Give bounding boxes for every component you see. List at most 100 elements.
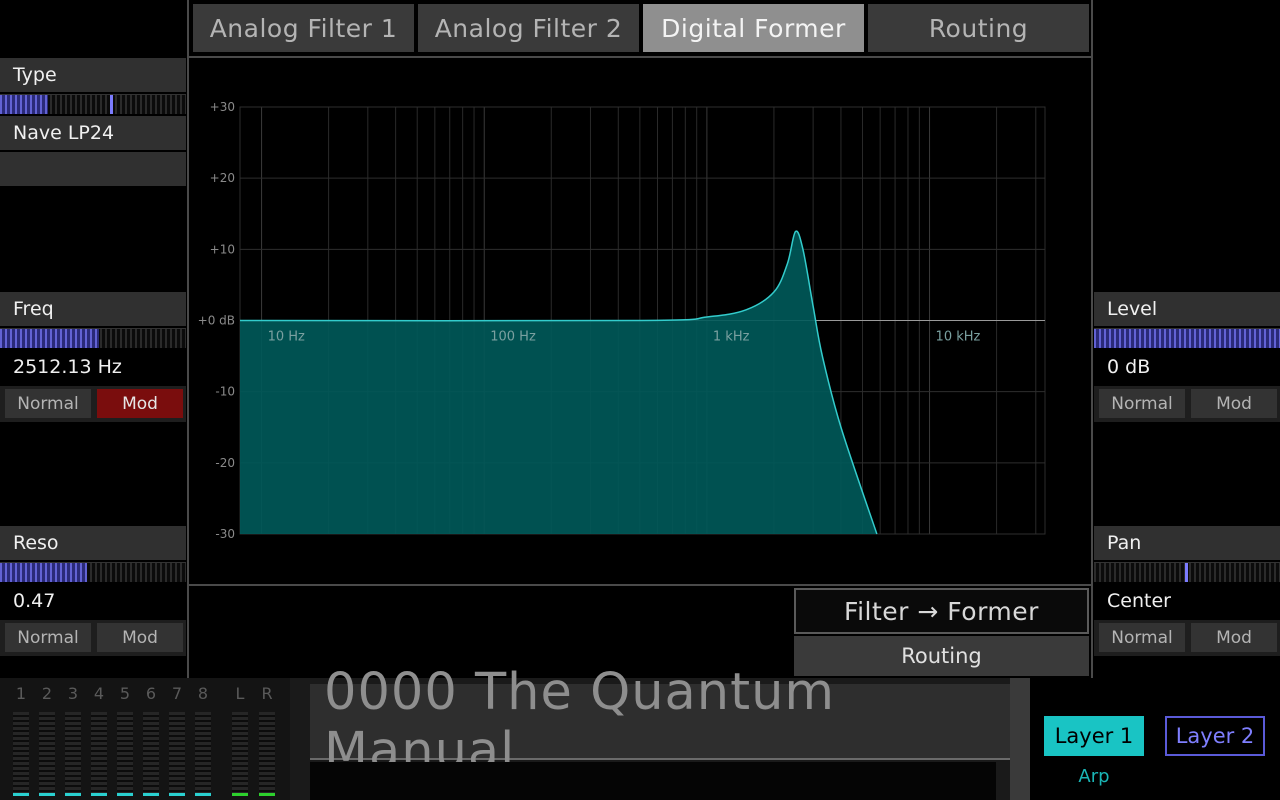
tab-bar: Analog Filter 1 Analog Filter 2 Digital … — [187, 0, 1093, 58]
meter-level — [169, 792, 185, 796]
tab-analog-filter-1[interactable]: Analog Filter 1 — [193, 4, 414, 52]
type-label: Type — [0, 58, 186, 92]
preset-name: 0000 The Quantum Manual — [324, 663, 836, 781]
layer-1-button[interactable]: Layer 1 — [1044, 716, 1144, 756]
level-slider[interactable] — [1094, 328, 1280, 348]
arp-indicator[interactable]: Arp — [1044, 766, 1144, 787]
y-tick-label: +30 — [210, 100, 235, 114]
tab-routing[interactable]: Routing — [868, 4, 1089, 52]
meter-channel-2: 2 — [36, 684, 58, 800]
meter-channel-1: 1 — [10, 684, 32, 800]
meter-channel-8: 8 — [192, 684, 214, 800]
reso-normal-button[interactable]: Normal — [5, 623, 91, 652]
meter-channel-3: 3 — [62, 684, 84, 800]
level-value: 0 dB — [1094, 350, 1280, 384]
meter-bar — [91, 712, 107, 796]
reso-mode-row: Normal Mod — [0, 620, 186, 656]
slider-marker — [110, 95, 113, 114]
meter-bar — [13, 712, 29, 796]
layer-2-button[interactable]: Layer 2 — [1165, 716, 1265, 756]
x-tick-label: 1 kHz — [713, 330, 750, 345]
meter-channel-6: 6 — [140, 684, 162, 800]
meter-level — [91, 792, 107, 796]
meter-channel-4: 4 — [88, 684, 110, 800]
level-mod-button[interactable]: Mod — [1191, 389, 1277, 418]
y-axis-labels: +30 +20 +10 +0 dB -10 -20 -30 — [198, 100, 235, 541]
meter-channel-l: L — [229, 684, 251, 800]
level-normal-button[interactable]: Normal — [1099, 389, 1185, 418]
bottom-bar: 12345678 LR 0000 The Quantum Manual Layer… — [0, 663, 1280, 800]
scroll-bar[interactable] — [1010, 678, 1030, 800]
meter-level — [39, 792, 55, 796]
freq-mod-button[interactable]: Mod — [97, 389, 183, 418]
slider-fill — [1094, 329, 1280, 348]
meter-label: 4 — [93, 684, 105, 703]
freq-slider[interactable] — [0, 328, 186, 348]
freq-mode-row: Normal Mod — [0, 386, 186, 422]
y-tick-label: +20 — [210, 171, 235, 185]
level-label: Level — [1094, 292, 1280, 326]
meter-label: 7 — [171, 684, 183, 703]
meter-level — [13, 792, 29, 796]
slider-fill — [0, 95, 48, 114]
meter-bar — [65, 712, 81, 796]
meter-label: 2 — [41, 684, 53, 703]
freq-value: 2512.13 Hz — [0, 350, 186, 384]
meter-bar — [232, 712, 248, 796]
slider-marker — [1185, 563, 1188, 582]
meter-label: 8 — [197, 684, 209, 703]
meter-channel-5: 5 — [114, 684, 136, 800]
meter-level — [117, 792, 133, 796]
level-mode-row: Normal Mod — [1094, 386, 1280, 422]
meter-bar — [117, 712, 133, 796]
type-selector-slider[interactable] — [0, 94, 186, 114]
tab-digital-former[interactable]: Digital Former — [643, 4, 864, 52]
type-value[interactable]: Nave LP24 — [0, 116, 186, 150]
frequency-response-chart: +30 +20 +10 +0 dB -10 -20 -30 10 Hz 100 Hz 1 kHz… — [198, 100, 1046, 541]
pan-normal-button[interactable]: Normal — [1099, 623, 1185, 652]
preset-display[interactable]: 0000 The Quantum Manual — [310, 663, 1010, 781]
y-tick-label: +0 dB — [198, 314, 235, 328]
meter-bar — [169, 712, 185, 796]
meter-label: 1 — [15, 684, 27, 703]
slider-fill — [0, 329, 100, 348]
meter-channel-r: R — [256, 684, 278, 800]
pan-label: Pan — [1094, 526, 1280, 560]
x-tick-label: 10 Hz — [268, 330, 305, 345]
meter-bar — [259, 712, 275, 796]
meter-channel-7: 7 — [166, 684, 188, 800]
pan-mod-button[interactable]: Mod — [1191, 623, 1277, 652]
y-tick-label: -20 — [215, 456, 235, 470]
meter-label: 3 — [67, 684, 79, 703]
meter-level — [195, 792, 211, 796]
meter-label: 6 — [145, 684, 157, 703]
meter-level — [65, 792, 81, 796]
pan-value: Center — [1094, 584, 1280, 618]
pan-slider[interactable] — [1094, 562, 1280, 582]
x-tick-label: 10 kHz — [936, 330, 981, 345]
meter-label: 5 — [119, 684, 131, 703]
reso-value: 0.47 — [0, 584, 186, 618]
meter-level — [232, 792, 248, 796]
freq-normal-button[interactable]: Normal — [5, 389, 91, 418]
freq-label: Freq — [0, 292, 186, 326]
output-meters: 12345678 LR — [0, 678, 290, 800]
preset-info-strip — [310, 762, 996, 800]
layer-selector: Layer 1 Layer 2 Arp — [1030, 678, 1280, 800]
meter-label: R — [261, 684, 273, 703]
meter-level — [143, 792, 159, 796]
filter-response-graph: +30 +20 +10 +0 dB -10 -20 -30 10 Hz 100 Hz 1 kHz… — [187, 58, 1093, 586]
x-tick-label: 100 Hz — [490, 330, 536, 345]
meter-bar — [39, 712, 55, 796]
pan-mode-row: Normal Mod — [1094, 620, 1280, 656]
y-tick-label: -10 — [215, 385, 235, 399]
type-options-area — [0, 152, 186, 186]
reso-mod-button[interactable]: Mod — [97, 623, 183, 652]
meter-label: L — [235, 684, 245, 703]
y-tick-label: +10 — [210, 242, 235, 256]
tab-analog-filter-2[interactable]: Analog Filter 2 — [418, 4, 639, 52]
y-tick-label: -30 — [215, 527, 235, 541]
filter-former-routing-button[interactable]: Filter → Former — [794, 588, 1089, 634]
reso-slider[interactable] — [0, 562, 186, 582]
response-area — [240, 231, 877, 534]
